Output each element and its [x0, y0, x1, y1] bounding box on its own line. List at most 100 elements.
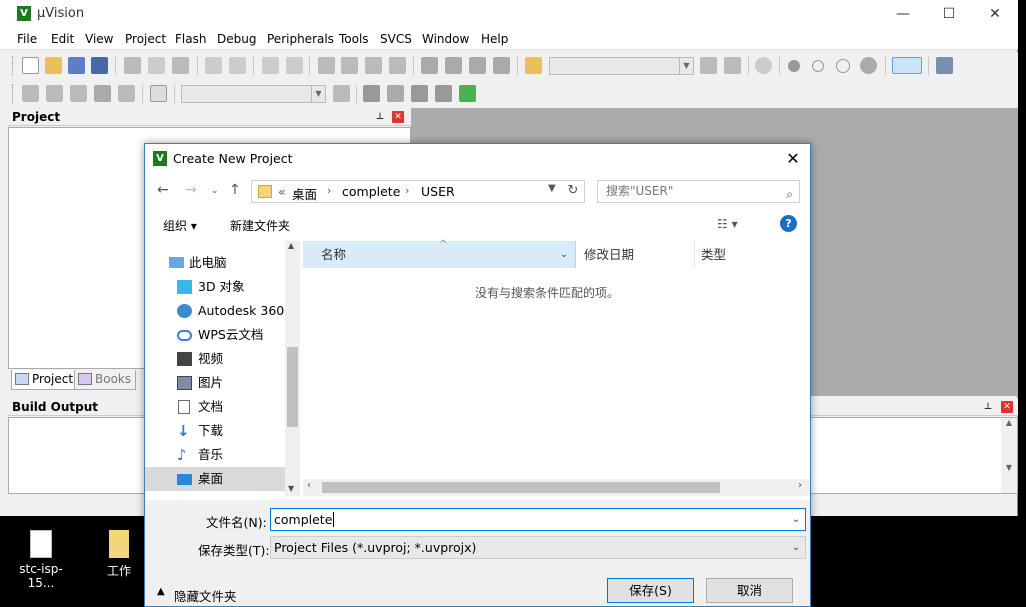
new-file-icon[interactable] — [22, 57, 39, 74]
dialog-close-button[interactable]: ✕ — [780, 146, 806, 172]
minimize-button[interactable]: — — [880, 0, 926, 30]
chevron-down-icon[interactable]: ⌄ — [787, 509, 805, 530]
load-icon[interactable] — [150, 85, 167, 102]
tab-books[interactable]: Books — [74, 370, 137, 390]
tree-item-documents[interactable]: 文档 — [145, 395, 285, 419]
column-type[interactable]: 类型 — [695, 241, 810, 268]
scroll-down-icon[interactable]: ▼ — [288, 484, 294, 493]
filetype-select[interactable]: Project Files (*.uvproj; *.uvprojx) ⌄ — [270, 536, 806, 559]
save-all-icon[interactable] — [91, 57, 108, 74]
find-combo[interactable]: ▼ — [549, 57, 694, 75]
navigation-scrollbar[interactable]: ▲ ▼ — [285, 241, 300, 496]
next-bookmark-icon[interactable] — [365, 57, 382, 74]
build-icon[interactable] — [46, 85, 63, 102]
tree-item-downloads[interactable]: ↓ 下载 — [145, 419, 285, 443]
cancel-button[interactable]: 取消 — [706, 578, 793, 603]
select-packs-icon[interactable] — [435, 85, 452, 102]
tree-item-wps-cloud[interactable]: WPS云文档 — [145, 323, 285, 347]
organize-button[interactable]: 组织 ▾ — [163, 217, 197, 234]
search-box[interactable]: ⌕ — [597, 180, 800, 203]
tab-project[interactable]: Project — [11, 370, 79, 390]
help-icon[interactable]: ? — [780, 215, 797, 232]
tree-item-autodesk[interactable]: Autodesk 360 — [145, 299, 285, 323]
configure-wrench-icon[interactable] — [936, 57, 953, 74]
tree-item-this-pc[interactable]: 此电脑 — [145, 251, 285, 275]
scroll-thumb[interactable] — [322, 482, 720, 493]
incremental-find-icon[interactable] — [724, 57, 741, 74]
breadcrumb-user[interactable]: USER — [421, 184, 455, 199]
menu-help[interactable]: Help — [481, 32, 508, 46]
scroll-right-icon[interactable]: › — [798, 480, 802, 491]
column-name[interactable]: 名称 ^ ⌄ — [303, 239, 576, 268]
unindent-icon[interactable] — [445, 57, 462, 74]
scroll-thumb[interactable] — [287, 347, 298, 427]
close-icon[interactable]: ✕ — [392, 111, 404, 123]
scroll-left-icon[interactable]: ‹ — [307, 480, 311, 491]
redo-icon[interactable] — [229, 57, 246, 74]
file-extensions-icon[interactable] — [387, 85, 404, 102]
prev-bookmark-icon[interactable] — [341, 57, 358, 74]
rebuild-icon[interactable] — [70, 85, 87, 102]
up-arrow-icon[interactable]: ↑ — [229, 182, 241, 198]
address-bar[interactable]: « 桌面 › complete › USER ▼ ↻ — [251, 180, 585, 203]
stop-build-icon[interactable] — [118, 85, 135, 102]
target-options-icon[interactable] — [333, 85, 350, 102]
save-icon[interactable] — [68, 57, 85, 74]
breadcrumb-desktop[interactable]: 桌面 — [292, 184, 317, 203]
menu-edit[interactable]: Edit — [51, 32, 74, 46]
scroll-up-icon[interactable]: ▲ — [288, 241, 294, 250]
pin-icon[interactable]: ⊥ — [982, 401, 994, 413]
menu-window[interactable]: Window — [422, 32, 469, 46]
breadcrumb-complete[interactable]: complete — [342, 184, 400, 199]
recent-chevron-icon[interactable]: ⌄ — [211, 186, 219, 196]
menu-debug[interactable]: Debug — [217, 32, 256, 46]
nav-back-icon[interactable] — [262, 57, 279, 74]
paste-icon[interactable] — [172, 57, 189, 74]
pin-icon[interactable]: ⊥ — [374, 111, 386, 123]
refresh-icon[interactable]: ↻ — [564, 183, 582, 201]
disable-breakpoints-icon[interactable] — [836, 59, 850, 73]
clear-bookmarks-icon[interactable] — [389, 57, 406, 74]
maximize-button[interactable]: ☐ — [926, 0, 972, 30]
target-combo[interactable]: ▼ — [181, 85, 326, 103]
menu-project[interactable]: Project — [125, 32, 166, 46]
close-icon[interactable]: ✕ — [1001, 401, 1013, 413]
forward-arrow-icon[interactable]: → — [185, 182, 197, 198]
undo-icon[interactable] — [205, 57, 222, 74]
menu-file[interactable]: File — [17, 32, 37, 46]
kill-breakpoints-icon[interactable] — [860, 57, 877, 74]
comment-icon[interactable] — [469, 57, 486, 74]
desktop-icon-pdf[interactable]: stc-isp-15... — [6, 530, 76, 590]
open-folder-icon[interactable] — [45, 57, 62, 74]
horizontal-scrollbar[interactable]: ‹ › — [303, 479, 810, 496]
copy-icon[interactable] — [148, 57, 165, 74]
column-date[interactable]: 修改日期 — [576, 241, 695, 268]
window-layout-icon[interactable] — [892, 57, 922, 74]
tree-item-pictures[interactable]: 图片 — [145, 371, 285, 395]
address-dropdown-icon[interactable]: ▼ — [548, 183, 556, 194]
tree-item-desktop[interactable]: 桌面 — [145, 467, 285, 491]
nav-forward-icon[interactable] — [286, 57, 303, 74]
debug-magnifier-icon[interactable] — [755, 57, 772, 74]
column-dropdown-icon[interactable]: ⌄ — [560, 241, 568, 268]
translate-icon[interactable] — [22, 85, 39, 102]
bookmark-icon[interactable] — [318, 57, 335, 74]
tree-item-music[interactable]: ♪ 音乐 — [145, 443, 285, 467]
find-icon[interactable] — [700, 57, 717, 74]
chevron-down-icon[interactable]: ⌄ — [787, 537, 805, 558]
menu-svcs[interactable]: SVCS — [380, 32, 412, 46]
view-options-icon[interactable]: ☷ ▾ — [717, 217, 738, 231]
filename-field[interactable]: complete ⌄ — [270, 508, 806, 531]
new-folder-button[interactable]: 新建文件夹 — [230, 217, 290, 234]
find-in-files-icon[interactable] — [525, 57, 542, 74]
build-output-scrollbar[interactable]: ▲ ▼ — [1001, 418, 1017, 493]
breakpoint-icon[interactable] — [788, 60, 800, 72]
enable-breakpoint-icon[interactable] — [812, 60, 824, 72]
search-input[interactable] — [606, 184, 776, 198]
pack-installer-icon[interactable] — [459, 85, 476, 102]
menu-flash[interactable]: Flash — [175, 32, 206, 46]
chevron-up-icon[interactable]: ▲ — [157, 586, 165, 597]
save-button[interactable]: 保存(S) — [607, 578, 694, 603]
multi-project-icon[interactable] — [411, 85, 428, 102]
uncomment-icon[interactable] — [493, 57, 510, 74]
